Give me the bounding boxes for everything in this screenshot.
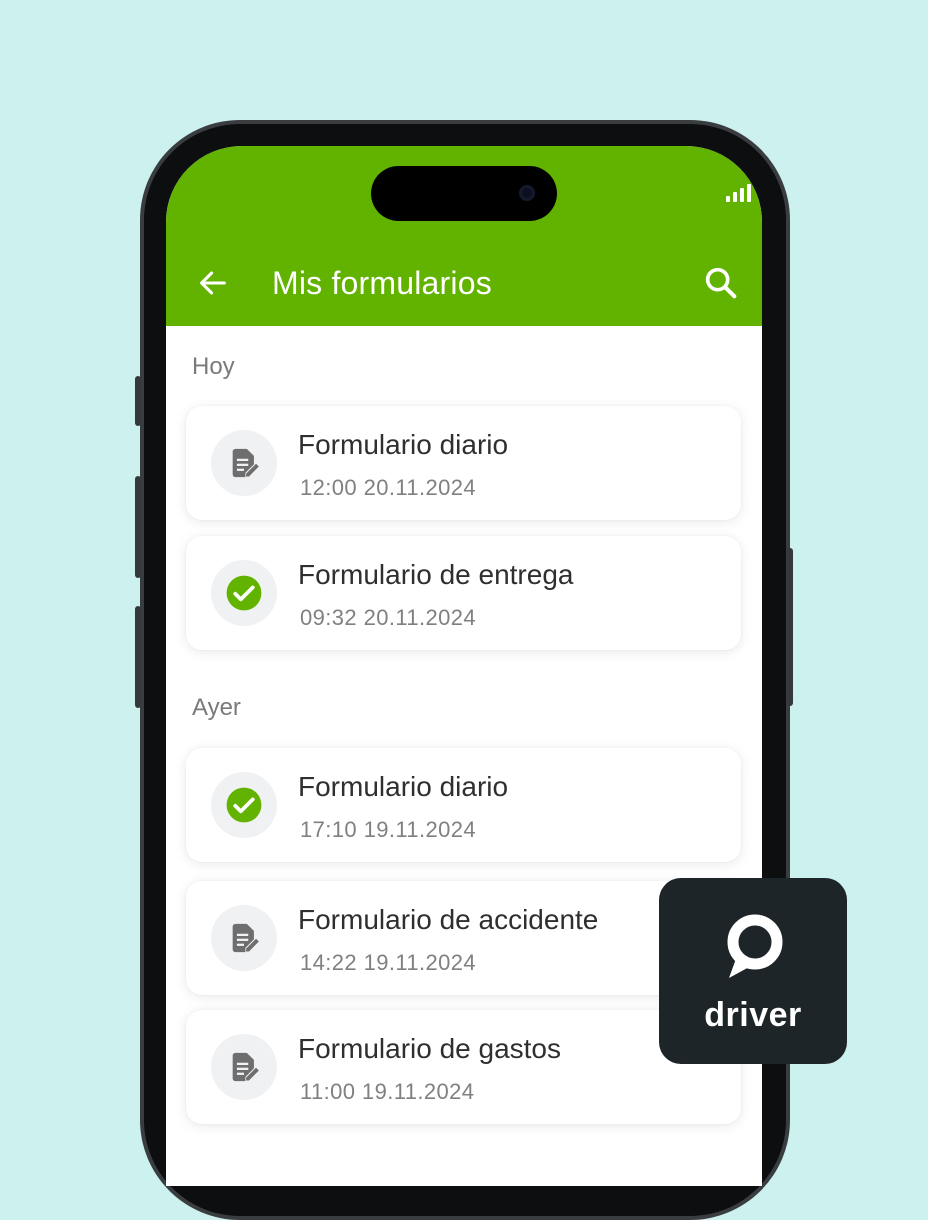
arrow-left-icon [200,271,226,295]
form-card[interactable]: Formulario de gastos 11:00 19.11.2024 [186,1010,741,1124]
phone-action-button [135,376,141,426]
search-button[interactable] [701,263,741,303]
section-header-yesterday: Ayer [192,694,241,721]
form-title: Formulario de gastos [298,1033,562,1064]
phone-volume-up-button [135,476,141,578]
app-bar: Mis formularios [166,146,762,326]
document-edit-icon [232,448,259,478]
form-card[interactable]: Formulario diario 12:00 20.11.2024 [186,406,741,520]
check-circle-icon [226,787,262,823]
form-card[interactable]: Formulario de entrega 09:32 20.11.2024 [186,536,741,650]
form-card[interactable]: Formulario diario 17:10 19.11.2024 [186,748,741,862]
signal-strength-icon [726,182,751,202]
document-edit-icon [232,923,259,953]
check-circle-icon [226,575,262,611]
form-title: Formulario de accidente [298,904,599,935]
form-title: Formulario diario [298,429,509,460]
section-header-today: Hoy [192,353,235,380]
form-card[interactable]: Formulario de accidente 14:22 19.11.2024 [186,881,741,995]
camera-icon [519,185,535,201]
back-button[interactable] [196,266,230,300]
form-timestamp: 12:00 20.11.2024 [300,475,477,500]
search-icon [705,267,737,299]
form-status-icon [211,1034,277,1100]
driver-brand-badge: driver [659,878,847,1064]
form-timestamp: 11:00 19.11.2024 [300,1079,475,1104]
form-status-icon [211,772,277,838]
location-pin-icon [727,914,783,978]
form-title: Formulario diario [298,771,509,802]
page-title: Mis formularios [272,265,492,301]
form-title: Formulario de entrega [298,559,574,590]
phone-volume-down-button [135,606,141,708]
form-timestamp: 09:32 20.11.2024 [300,605,477,630]
brand-label: driver [704,996,802,1034]
form-status-icon [211,560,277,626]
form-timestamp: 14:22 19.11.2024 [300,950,477,975]
dynamic-island [371,166,557,221]
phone-power-button [787,548,793,706]
document-edit-icon [232,1052,259,1082]
form-timestamp: 17:10 19.11.2024 [300,817,477,842]
form-status-icon [211,430,277,496]
form-status-icon [211,905,277,971]
